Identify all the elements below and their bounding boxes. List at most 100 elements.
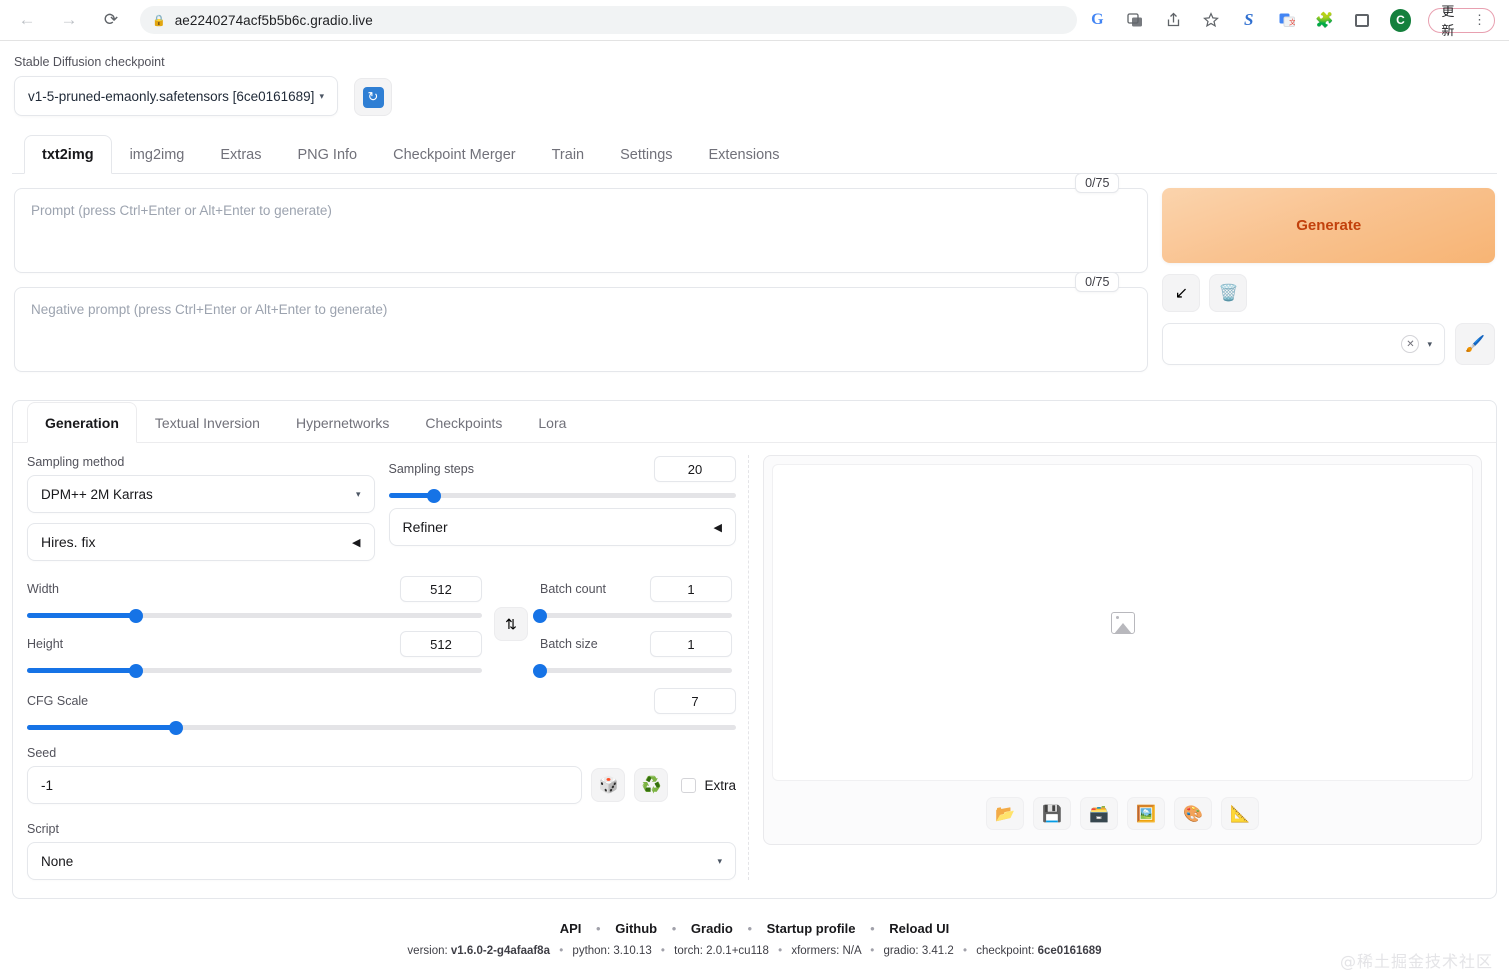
tab-img2img[interactable]: img2img — [112, 135, 203, 174]
share-icon[interactable] — [1163, 9, 1184, 31]
translate-icon[interactable] — [1125, 9, 1146, 31]
sampling-steps-head: Sampling steps 20 — [389, 455, 736, 483]
width-slider[interactable] — [27, 608, 482, 623]
negative-prompt-input[interactable]: 0/75 Negative prompt (press Ctrl+Enter o… — [14, 272, 1149, 372]
refresh-checkpoints-button[interactable]: ↻ — [354, 78, 392, 116]
forward-icon[interactable]: → — [56, 7, 82, 33]
bookmark-star-icon[interactable] — [1200, 9, 1221, 31]
footer-link-api[interactable]: API — [560, 921, 582, 936]
card-file-box-icon: 🗃️ — [1089, 805, 1109, 823]
script-label: Script — [27, 822, 59, 836]
xformers-value: N/A — [842, 945, 862, 957]
footer-link-github[interactable]: Github — [615, 921, 657, 936]
reload-icon[interactable]: ⟳ — [98, 7, 124, 33]
address-bar[interactable]: 🔒 ae2240274acf5b5b6c.gradio.live — [140, 6, 1077, 34]
cfg-scale-slider[interactable] — [27, 720, 736, 735]
update-button[interactable]: 更新 ⋮ — [1428, 4, 1495, 38]
tab-extensions[interactable]: Extensions — [691, 135, 798, 174]
seed-extra-group: Extra — [681, 777, 736, 793]
sampling-method-select[interactable]: DPM++ 2M Karras ▾ — [27, 475, 375, 513]
trash-icon: 🗑️ — [1218, 285, 1239, 302]
batch-size-slider[interactable] — [533, 663, 732, 678]
gallery-empty-area[interactable] — [772, 464, 1473, 781]
height-slider[interactable] — [27, 663, 482, 678]
sampling-steps-group: Sampling steps 20 Refiner ◀ — [388, 455, 736, 561]
subtab-generation[interactable]: Generation — [27, 402, 137, 443]
reuse-seed-button[interactable]: ♻️ — [634, 768, 669, 802]
browser-nav-buttons: ← → ⟳ — [14, 7, 124, 33]
google-icon[interactable]: G — [1087, 9, 1108, 31]
sampling-steps-slider[interactable] — [388, 488, 736, 503]
subtab-hypernetworks[interactable]: Hypernetworks — [278, 402, 407, 443]
open-folder-button[interactable]: 📂 — [986, 797, 1024, 830]
back-icon[interactable]: ← — [14, 7, 40, 33]
cfg-scale-value[interactable]: 7 — [654, 688, 736, 714]
tab-settings[interactable]: Settings — [602, 135, 690, 174]
paste-prompt-button[interactable]: ↙ — [1162, 274, 1201, 312]
random-seed-button[interactable]: 🎲 — [591, 768, 626, 802]
output-column: 📂 💾 🗃️ 🖼️ 🎨 📐 — [763, 455, 1482, 880]
script-select[interactable]: None ▾ — [27, 842, 736, 880]
subtab-checkpoints[interactable]: Checkpoints — [407, 402, 520, 443]
sogou-extension-icon[interactable]: S — [1238, 9, 1259, 31]
sampling-steps-value[interactable]: 20 — [654, 456, 736, 482]
generate-button[interactable]: Generate — [1162, 188, 1495, 263]
clear-icon[interactable]: ✕ — [1401, 335, 1420, 353]
batch-count-slider[interactable] — [533, 608, 732, 623]
tab-checkpoint-merger[interactable]: Checkpoint Merger — [375, 135, 534, 174]
send-to-img2img-button[interactable]: 🖼️ — [1127, 797, 1165, 830]
swap-dimensions-button[interactable]: ⇅ — [494, 607, 528, 641]
width-label: Width — [27, 582, 59, 596]
width-head: Width 512 — [27, 575, 482, 603]
send-to-inpaint-button[interactable]: 🎨 — [1174, 797, 1212, 830]
clear-prompt-button[interactable]: 🗑️ — [1209, 274, 1248, 312]
subtab-lora[interactable]: Lora — [520, 402, 584, 443]
tab-png-info[interactable]: PNG Info — [279, 135, 375, 174]
apply-style-button[interactable]: 🖌️ — [1455, 323, 1495, 365]
footer-separator: • — [747, 921, 753, 936]
negative-prompt-token-counter: 0/75 — [1075, 272, 1120, 292]
tab-extras[interactable]: Extras — [202, 135, 279, 174]
extensions-puzzle-icon[interactable]: 🧩 — [1314, 9, 1335, 31]
seed-group: Seed -1 🎲 ♻️ Extra — [27, 746, 736, 804]
cfg-scale-head: CFG Scale 7 — [27, 687, 736, 715]
footer-separator: • — [870, 921, 875, 936]
batch-size-value[interactable]: 1 — [650, 631, 732, 657]
checkpoint-select[interactable]: v1-5-pruned-emaonly.safetensors [6ce0161… — [14, 76, 338, 116]
generate-column: Generate ↙ 🗑️ ✕ ▾ 🖌️ — [1162, 188, 1495, 386]
side-panel-icon[interactable] — [1352, 9, 1373, 31]
footer-link-gradio[interactable]: Gradio — [691, 921, 733, 936]
tab-txt2img[interactable]: txt2img — [24, 135, 112, 174]
lock-icon: 🔒 — [152, 14, 166, 27]
seed-row: -1 🎲 ♻️ Extra — [27, 766, 736, 804]
browser-toolbar: ← → ⟳ 🔒 ae2240274acf5b5b6c.gradio.live G… — [0, 0, 1509, 41]
sampler-steps-row: Sampling method DPM++ 2M Karras ▾ Hires.… — [27, 455, 736, 561]
save-button[interactable]: 💾 — [1033, 797, 1071, 830]
chevron-down-icon: ▾ — [717, 855, 722, 866]
profile-avatar[interactable]: C — [1389, 8, 1412, 32]
footer-link-reload-ui[interactable]: Reload UI — [889, 921, 949, 936]
chevron-down-icon: ▾ — [1427, 338, 1432, 349]
chrome-menu-icon[interactable]: ⋮ — [1473, 12, 1486, 28]
send-to-extras-button[interactable]: 📐 — [1221, 797, 1259, 830]
footer-link-startup-profile[interactable]: Startup profile — [767, 921, 856, 936]
styles-dropdown[interactable]: ✕ ▾ — [1162, 323, 1445, 365]
batch-count-value[interactable]: 1 — [650, 576, 732, 602]
subtab-textual-inversion[interactable]: Textual Inversion — [137, 402, 278, 443]
tab-train[interactable]: Train — [534, 135, 603, 174]
footer: API • Github • Gradio • Startup profile … — [12, 899, 1497, 957]
output-gallery[interactable]: 📂 💾 🗃️ 🖼️ 🎨 📐 — [763, 455, 1482, 845]
output-tool-buttons: 📂 💾 🗃️ 🖼️ 🎨 📐 — [772, 781, 1473, 836]
cfg-scale-group: CFG Scale 7 — [27, 687, 736, 735]
hires-fix-accordion[interactable]: Hires. fix ◀ — [27, 523, 375, 561]
seed-extra-checkbox[interactable] — [681, 777, 697, 793]
prompt-input[interactable]: 0/75 Prompt (press Ctrl+Enter or Alt+Ent… — [14, 173, 1149, 273]
google-translate-extension-icon[interactable]: 文 — [1276, 9, 1297, 31]
height-value[interactable]: 512 — [400, 631, 482, 657]
version-value: v1.6.0-2-g4afaaf8a — [450, 945, 550, 957]
seed-input[interactable]: -1 — [27, 766, 583, 804]
checkpoint-label: Stable Diffusion checkpoint — [14, 55, 165, 69]
width-value[interactable]: 512 — [400, 576, 482, 602]
save-zip-button[interactable]: 🗃️ — [1080, 797, 1118, 830]
refiner-accordion[interactable]: Refiner ◀ — [388, 508, 736, 546]
